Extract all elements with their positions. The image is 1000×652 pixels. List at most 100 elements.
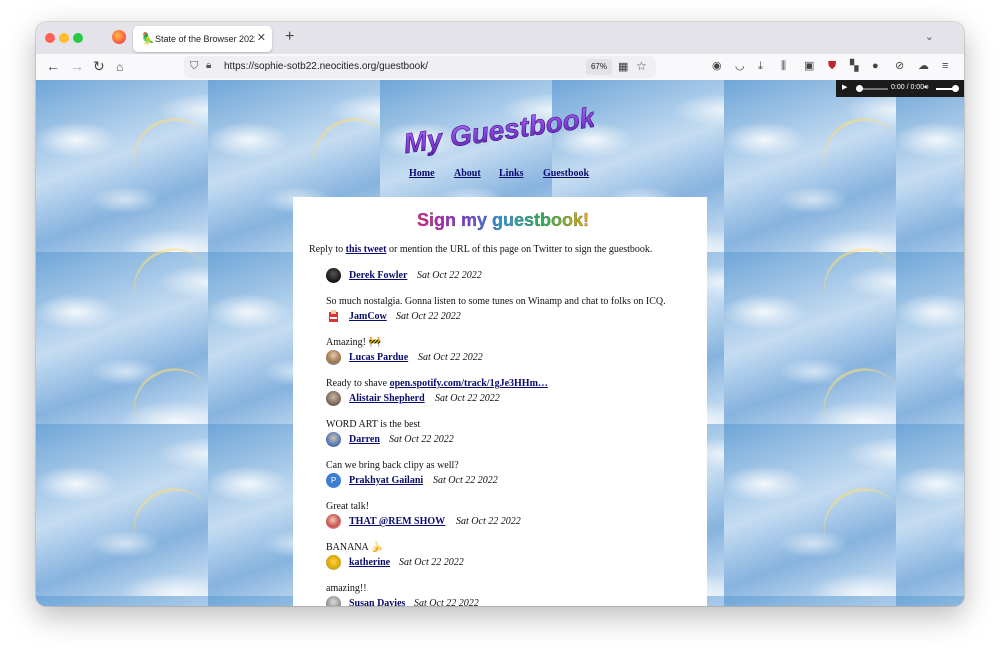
sidebar-icon[interactable]: ▣ <box>804 60 814 73</box>
rainbow-decoration <box>810 105 902 178</box>
entry-meta: Susan Davies Sat Oct 22 2022 <box>326 596 666 606</box>
ublock-icon[interactable]: ⛊ <box>828 60 836 73</box>
avatar[interactable] <box>326 596 341 606</box>
zoom-level[interactable]: 67% <box>586 59 612 75</box>
avatar[interactable] <box>326 350 341 365</box>
new-tab-button[interactable]: + <box>285 28 294 46</box>
qr-code-icon[interactable]: ▦ <box>618 60 628 73</box>
volume-icon[interactable]: 🔊︎ <box>924 83 928 93</box>
rainbow-decoration <box>300 105 392 178</box>
tracking-shield-icon[interactable]: ⛉ <box>190 60 198 73</box>
entry-message: Ready to shave open.spotify.com/track/1g… <box>326 378 548 389</box>
entry-date: Sat Oct 22 2022 <box>418 352 483 363</box>
lock-icon[interactable]: 🔒︎ <box>206 60 211 71</box>
entry-author[interactable]: Darren <box>349 434 380 446</box>
entry-message: So much nostalgia. Gonna listen to some … <box>326 296 666 307</box>
entry-author[interactable]: THAT @REM SHOW <box>349 516 445 528</box>
forward-arrow-icon[interactable]: → <box>70 58 84 74</box>
entry-meta: P Prakhyat Gailani Sat Oct 22 2022 <box>326 473 666 489</box>
entry-author[interactable]: Lucas Pardue <box>349 352 408 364</box>
entry-date: Sat Oct 22 2022 <box>456 516 521 527</box>
extension-eye-icon[interactable]: ⊘ <box>895 60 904 73</box>
parrot-favicon-icon: 🦜 <box>141 33 155 45</box>
audio-progress-knob[interactable] <box>856 85 863 92</box>
cloud-icon[interactable]: ☁ <box>918 60 929 73</box>
menu-icon[interactable]: ≡ <box>942 60 948 73</box>
avatar[interactable] <box>326 432 341 447</box>
entry-author[interactable]: Prakhyat Gailani <box>349 475 423 487</box>
entry-meta: JamCow Sat Oct 22 2022 <box>326 309 666 325</box>
rainbow-decoration <box>120 235 212 308</box>
avatar[interactable] <box>326 555 341 570</box>
entry-author[interactable]: Alistair Shepherd <box>349 393 425 405</box>
avatar[interactable] <box>326 391 341 406</box>
spotify-link[interactable]: open.spotify.com/track/1gJe3HHm… <box>390 378 548 389</box>
navigation-toolbar: ← → ↻ ⌂ ⛉ 🔒︎ https://sophie-sotb22.neoci… <box>36 54 964 81</box>
entry-date: Sat Oct 22 2022 <box>389 434 454 445</box>
library-icon[interactable]: ⫼ <box>781 60 786 73</box>
entry-date: Sat Oct 22 2022 <box>435 393 500 404</box>
reload-icon[interactable]: ↻ <box>93 58 105 74</box>
back-arrow-icon[interactable]: ← <box>46 58 60 74</box>
entry-meta: Darren Sat Oct 22 2022 <box>326 432 666 448</box>
site-title-wordart: My Guestbook <box>404 101 594 158</box>
audio-player: ▶ 0:00 / 0:00 🔊︎ <box>836 80 964 97</box>
pocket-icon[interactable]: ◡ <box>735 60 745 73</box>
rainbow-decoration <box>810 235 902 308</box>
chevron-down-icon[interactable]: ⌄ <box>925 30 934 43</box>
close-window-button[interactable] <box>45 33 55 43</box>
nav-link-about[interactable]: About <box>454 168 481 179</box>
entry-date: Sat Oct 22 2022 <box>396 311 461 322</box>
entry-date: Sat Oct 22 2022 <box>399 557 464 568</box>
minimize-window-button[interactable] <box>59 33 69 43</box>
home-icon[interactable]: ⌂ <box>116 59 123 75</box>
avatar[interactable] <box>326 514 341 529</box>
avatar[interactable]: P <box>326 473 341 488</box>
site-nav: Home About Links Guestbook <box>409 168 599 184</box>
entry-message: Amazing! 🚧 <box>326 337 381 348</box>
intro-text: Reply to this tweet or mention the URL o… <box>309 244 653 255</box>
entry-author[interactable]: JamCow <box>349 311 387 323</box>
entry-author[interactable]: Susan Davies <box>349 598 405 606</box>
audio-time: 0:00 / 0:00 <box>891 84 925 91</box>
entry-author[interactable]: Derek Fowler <box>349 270 407 282</box>
volume-knob[interactable] <box>952 85 959 92</box>
avatar[interactable] <box>326 268 341 283</box>
active-tab[interactable]: 🦜 State of the Browser 2022 - Sophie ✕ <box>133 26 272 52</box>
sign-guestbook-wordart: Sign my guestbook! <box>417 210 589 230</box>
nav-link-home[interactable]: Home <box>409 168 435 179</box>
extension-s-icon[interactable]: ● <box>872 60 879 73</box>
entry-message: amazing!! <box>326 583 367 594</box>
entry-message: Great talk! <box>326 501 370 512</box>
guestbook-panel: Sign my guestbook! Reply to this tweet o… <box>293 197 707 606</box>
url-text[interactable]: https://sophie-sotb22.neocities.org/gues… <box>224 61 428 73</box>
browser-window: 🦜 State of the Browser 2022 - Sophie ✕ +… <box>36 22 964 606</box>
address-bar[interactable]: ⛉ 🔒︎ https://sophie-sotb22.neocities.org… <box>184 56 656 78</box>
account-icon[interactable]: ◉ <box>712 60 722 73</box>
entry-author[interactable]: katherine <box>349 557 390 569</box>
rainbow-decoration <box>120 475 212 548</box>
rainbow-decoration <box>120 355 212 428</box>
extension-grid-icon[interactable]: ▚ <box>850 60 858 73</box>
tweet-link[interactable]: this tweet <box>346 244 387 255</box>
entry-date: Sat Oct 22 2022 <box>433 475 498 486</box>
rainbow-decoration <box>810 355 902 428</box>
rainbow-decoration <box>810 475 902 548</box>
avatar[interactable] <box>326 309 341 324</box>
site-title: My Guestbook <box>404 102 594 158</box>
play-icon[interactable]: ▶ <box>842 83 847 93</box>
entry-date: Sat Oct 22 2022 <box>417 270 482 281</box>
rainbow-decoration <box>120 105 212 178</box>
entry-message: BANANA 🍌 <box>326 542 384 553</box>
entry-message: Can we bring back clipy as well? <box>326 460 459 471</box>
nav-link-guestbook[interactable]: Guestbook <box>543 168 589 179</box>
maximize-window-button[interactable] <box>73 33 83 43</box>
bookmark-star-icon[interactable]: ☆ <box>636 59 647 73</box>
downloads-icon[interactable]: ⤓ <box>758 60 763 73</box>
close-tab-icon[interactable]: ✕ <box>257 32 266 44</box>
nav-link-links[interactable]: Links <box>499 168 523 179</box>
firefox-view-icon[interactable] <box>112 30 126 44</box>
tab-bar: 🦜 State of the Browser 2022 - Sophie ✕ +… <box>36 22 964 54</box>
entry-meta: katherine Sat Oct 22 2022 <box>326 555 666 571</box>
entry-date: Sat Oct 22 2022 <box>414 598 479 606</box>
